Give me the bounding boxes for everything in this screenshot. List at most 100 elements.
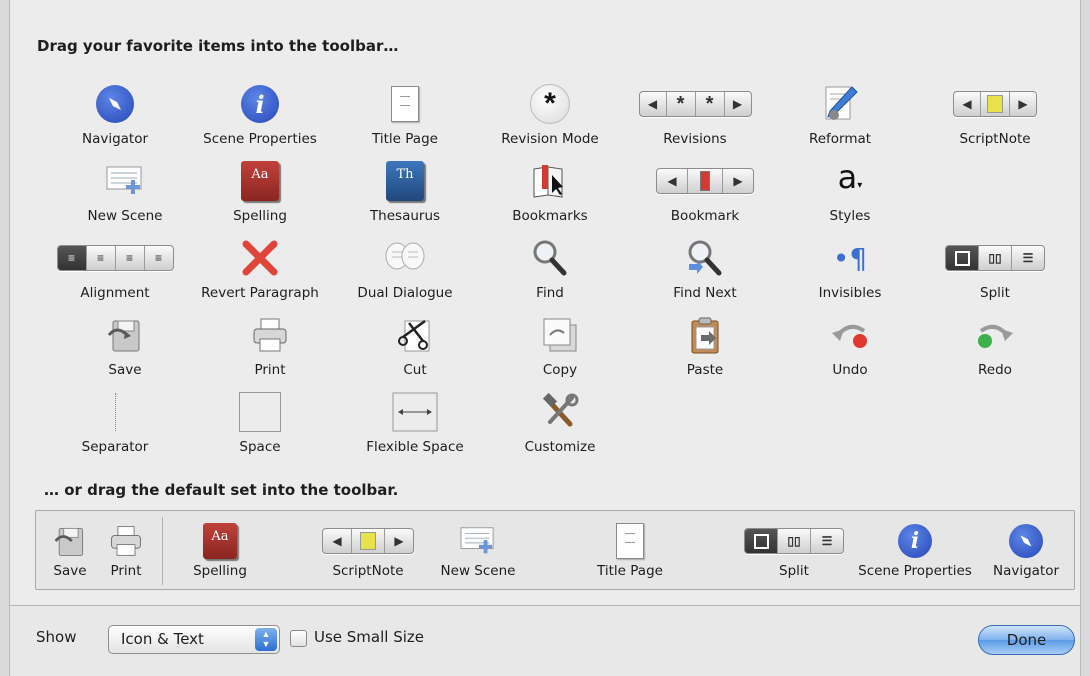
toolbar-item-new-scene[interactable]: New Scene	[55, 156, 195, 224]
item-label: Revisions	[663, 131, 727, 147]
toolbar-item-find[interactable]: Find	[480, 233, 620, 301]
item-label: Styles	[829, 208, 871, 224]
toolbar-item-alignment[interactable]: ≡ ≡ ≡ ≡ Alignment	[45, 233, 185, 301]
separator	[162, 517, 163, 585]
toolbar-item-styles[interactable]: a▾ Styles	[780, 156, 920, 225]
copy-icon	[543, 318, 577, 352]
info-icon: i	[241, 85, 279, 123]
item-label: Flexible Space	[366, 439, 464, 455]
toolbar-item-cut[interactable]: Cut	[345, 310, 485, 378]
toolbar-item-revision-mode[interactable]: * Revision Mode	[480, 79, 620, 147]
toolbar-item-separator[interactable]: Separator	[45, 387, 185, 455]
redo-icon	[978, 324, 1013, 348]
toolbar-item-customize[interactable]: Customize	[490, 387, 630, 455]
item-label: Revision Mode	[501, 131, 599, 147]
new-scene-icon	[106, 166, 142, 194]
styles-icon: a▾	[837, 157, 863, 196]
item-label: New Scene	[87, 208, 163, 224]
separator-icon	[114, 393, 116, 431]
toolbar-item-redo[interactable]: Redo	[925, 310, 1065, 378]
compass-icon	[1009, 524, 1043, 558]
item-label: Customize	[524, 439, 596, 455]
pilcrow-icon: •¶	[832, 241, 868, 275]
item-label: ScriptNote	[959, 131, 1031, 147]
toolbar-item-revisions[interactable]: ◀ * * ▶ Revisions	[625, 79, 765, 147]
item-label: Copy	[542, 362, 578, 378]
clipboard-icon	[691, 317, 719, 354]
toolbar-item-split[interactable]: ▯▯ ☰ Split	[925, 233, 1065, 301]
toolbar-item-print[interactable]: Print	[200, 310, 340, 378]
default-item-scriptnote: ◀ ▶ ScriptNote	[318, 519, 418, 579]
split-icon: ▯▯ ☰	[744, 528, 844, 554]
item-label: Alignment	[80, 285, 150, 301]
document-icon	[391, 86, 419, 122]
toolbar-item-title-page[interactable]: Title Page	[335, 79, 475, 147]
toolbar-item-flexible-space[interactable]: Flexible Space	[345, 387, 485, 455]
new-scene-icon	[460, 527, 494, 554]
reformat-pencil-icon	[825, 86, 858, 120]
default-item-split: ▯▯ ☰ Split	[742, 519, 846, 579]
item-label: Save	[108, 362, 142, 378]
toolbar-item-paste[interactable]: Paste	[635, 310, 775, 378]
toolbar-item-space[interactable]: Space	[190, 387, 330, 455]
item-label: Redo	[978, 362, 1012, 378]
toolbar-item-invisibles[interactable]: •¶ Invisibles	[780, 233, 920, 302]
default-item-navigator: Navigator	[984, 519, 1068, 579]
toolbar-item-thesaurus[interactable]: Th Thesaurus	[335, 156, 475, 224]
default-toolbar-set[interactable]: Save Print Aa Spelling ◀ ▶ ScriptNote Ne…	[35, 510, 1075, 590]
bookmark-stepper-icon: ◀ ▶	[656, 168, 754, 194]
item-label: Split	[779, 563, 809, 579]
item-label: Bookmarks	[512, 208, 588, 224]
toolbar-item-revert-paragraph[interactable]: Revert Paragraph	[190, 233, 330, 301]
toolbar-item-dual-dialogue[interactable]: Dual Dialogue	[335, 233, 475, 301]
document-icon	[616, 523, 644, 559]
scriptnote-stepper-icon: ◀ ▶	[953, 91, 1037, 117]
space-icon	[239, 392, 281, 432]
item-label: Thesaurus	[369, 208, 441, 224]
red-x-icon	[242, 240, 278, 276]
toolbar-item-find-next[interactable]: Find Next	[635, 233, 775, 301]
flexible-space-icon	[392, 392, 438, 432]
thesaurus-book-icon: Th	[386, 161, 424, 201]
item-label: Title Page	[372, 131, 438, 147]
item-label: Space	[239, 439, 281, 455]
toolbar-item-bookmarks[interactable]: Bookmarks	[480, 156, 620, 224]
toolbar-item-save[interactable]: Save	[55, 310, 195, 378]
select-arrows-icon: ▲ ▼	[255, 628, 277, 651]
toolbar-item-navigator[interactable]: Navigator	[45, 79, 185, 147]
tools-icon	[542, 392, 579, 427]
compass-icon	[96, 85, 134, 123]
item-label: Print	[254, 362, 286, 378]
item-label: Navigator	[81, 131, 149, 147]
default-item-print: Print	[104, 519, 148, 579]
toolbar-item-scene-properties[interactable]: i Scene Properties	[190, 79, 330, 147]
use-small-size-label[interactable]: Use Small Size	[314, 628, 424, 646]
toolbar-item-undo[interactable]: Undo	[780, 310, 920, 378]
item-label: Find	[536, 285, 564, 301]
toolbar-item-reformat[interactable]: Reformat	[770, 79, 910, 147]
toolbar-item-spelling[interactable]: Aa Spelling	[190, 156, 330, 224]
customize-toolbar-sheet: Drag your favorite items into the toolba…	[9, 0, 1081, 676]
undo-icon	[832, 324, 867, 348]
default-set-heading: … or drag the default set into the toolb…	[44, 481, 399, 499]
spelling-book-icon: Aa	[203, 523, 237, 559]
toolbar-item-bookmark[interactable]: ◀ ▶ Bookmark	[635, 156, 775, 224]
use-small-size-checkbox[interactable]	[290, 630, 307, 647]
show-label: Show	[36, 628, 77, 646]
default-item-save: Save	[48, 519, 92, 579]
show-mode-value: Icon & Text	[121, 630, 204, 648]
show-mode-select[interactable]: Icon & Text ▲ ▼	[108, 625, 280, 654]
done-button[interactable]: Done	[978, 625, 1075, 655]
printer-icon	[111, 526, 141, 556]
item-label: Separator	[81, 439, 149, 455]
alignment-icon: ≡ ≡ ≡ ≡	[56, 245, 174, 271]
item-label: Invisibles	[818, 285, 882, 301]
toolbar-item-scriptnote[interactable]: ◀ ▶ ScriptNote	[925, 79, 1065, 147]
default-item-spelling: Aa Spelling	[180, 519, 260, 579]
spelling-book-icon: Aa	[241, 161, 279, 201]
toolbar-item-copy[interactable]: Copy	[490, 310, 630, 378]
scissors-icon	[398, 319, 430, 352]
split-icon: ▯▯ ☰	[945, 245, 1045, 271]
item-label: Title Page	[597, 563, 663, 579]
item-label: Navigator	[992, 563, 1060, 579]
